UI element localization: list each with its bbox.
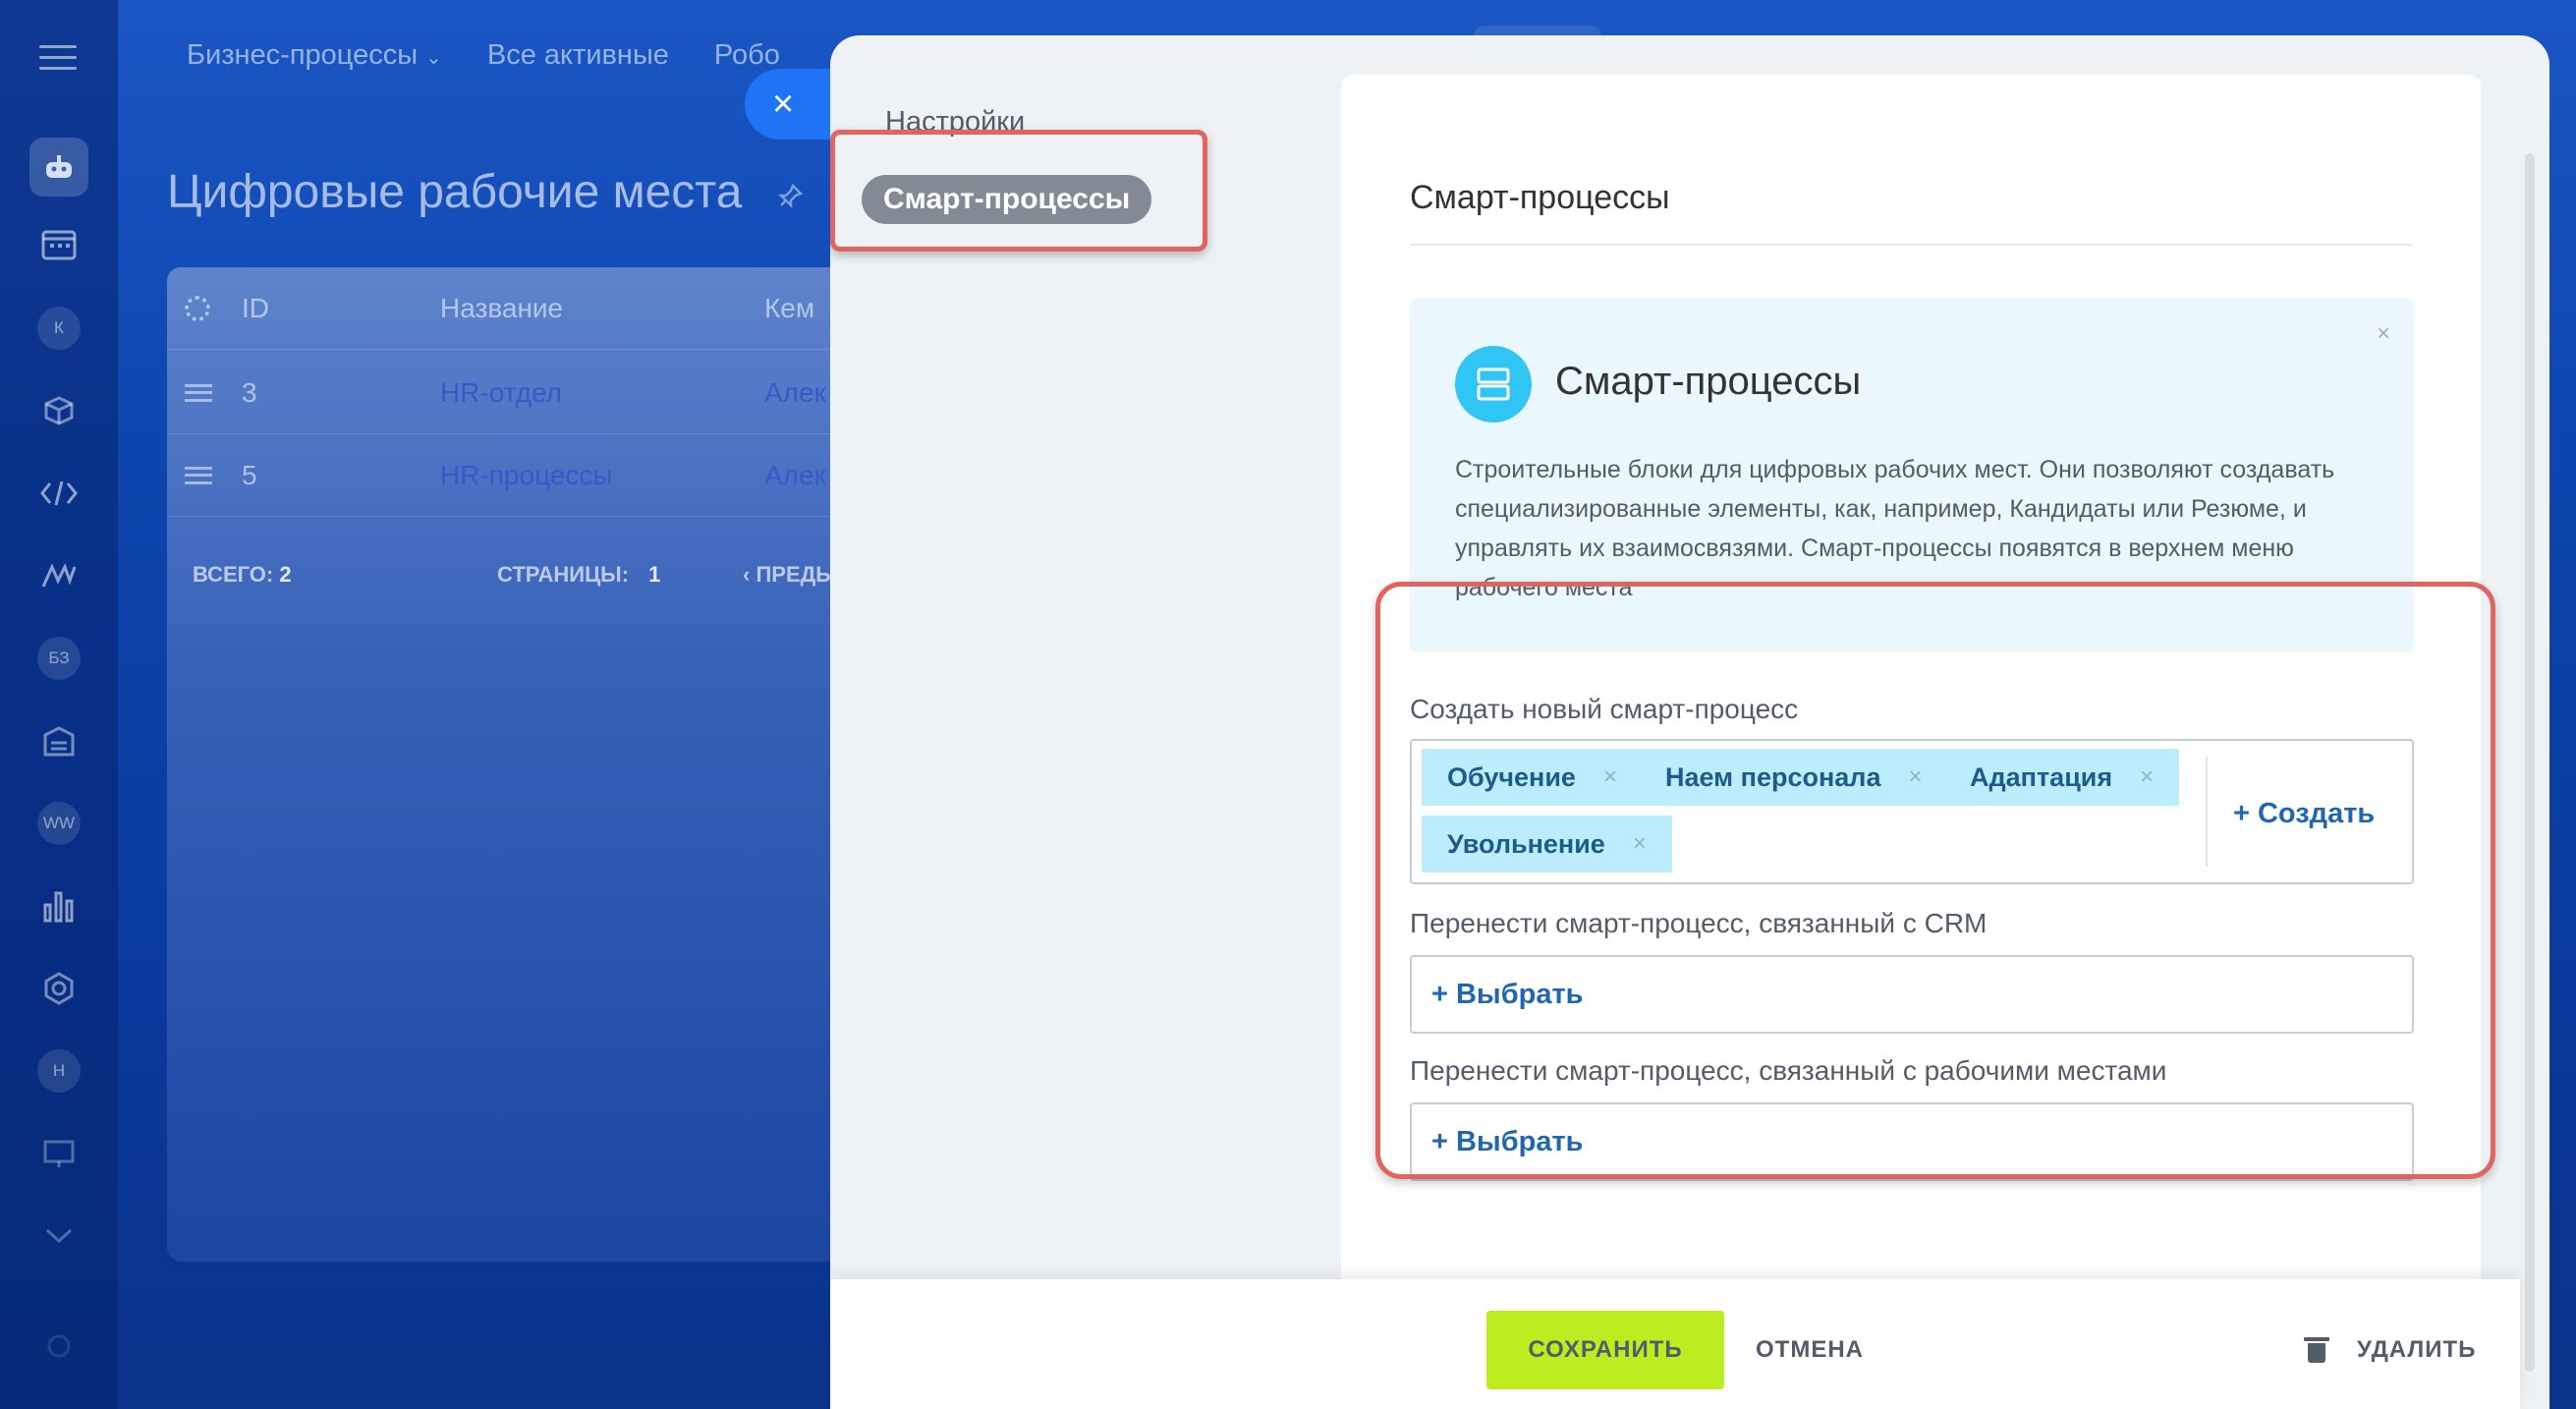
tag-item[interactable]: Наем персонала × [1640, 749, 1948, 806]
drag-handle-icon[interactable] [185, 383, 212, 402]
remove-tag-icon[interactable]: × [1908, 763, 1922, 791]
box-icon[interactable] [29, 381, 88, 440]
delete-button[interactable]: УДАЛИТЬ [2304, 1311, 2477, 1389]
select-workspaces-button[interactable]: + Выбрать [1410, 1102, 2414, 1181]
table-row[interactable]: 3 HR-отдел Алек [167, 352, 855, 434]
robot-icon[interactable] [29, 138, 88, 197]
delete-label: УДАЛИТЬ [2357, 1336, 2477, 1363]
rail-badge-ww[interactable]: WW [29, 794, 88, 853]
row-name-link[interactable]: HR-процессы [440, 460, 613, 491]
settings-icon[interactable] [29, 1317, 88, 1376]
scrollbar[interactable] [2525, 153, 2535, 1372]
pages-count: СТРАНИЦЫ: 1 [497, 562, 661, 587]
footer-bar: СОХРАНИТЬ ОТМЕНА УДАЛИТЬ [830, 1279, 2520, 1409]
gear-icon[interactable] [185, 295, 210, 321]
code-icon[interactable] [29, 464, 88, 523]
building-icon[interactable] [29, 711, 88, 770]
row-author-link[interactable]: Алек [764, 460, 826, 491]
select-crm-button[interactable]: + Выбрать [1410, 955, 2414, 1034]
column-header-id[interactable]: ID [242, 293, 269, 324]
chevron-down-icon: ⌄ [425, 47, 442, 69]
top-menu: Бизнес-процессы ⌄ Все активные Робо [187, 39, 825, 72]
column-header-name[interactable]: Название [440, 293, 563, 324]
cancel-button[interactable]: ОТМЕНА [1756, 1311, 1864, 1389]
top-menu-item-all-active[interactable]: Все активные [487, 39, 669, 72]
top-menu-item-business-processes[interactable]: Бизнес-процессы ⌄ [187, 39, 442, 72]
create-label: Создать новый смарт-процесс [1410, 694, 1799, 724]
page-title: Цифровые рабочие места [167, 166, 743, 218]
tag-item[interactable]: Обучение × [1422, 749, 1643, 806]
remove-tag-icon[interactable]: × [1603, 763, 1617, 791]
highlight-frame-menu [830, 130, 1207, 252]
close-icon[interactable]: × [2377, 320, 2390, 348]
left-rail: К БЗ WW Н [0, 0, 118, 1409]
rail-badge-bz[interactable]: БЗ [29, 629, 88, 688]
tag-item[interactable]: Увольнение × [1422, 816, 1672, 873]
transfer-workspaces-label: Перенести смарт-процесс, связанный с раб… [1410, 1055, 2167, 1086]
automation-icon[interactable] [29, 546, 88, 605]
info-banner: × Смарт-процессы Строительные блоки для … [1410, 299, 2414, 652]
rail-badge-k[interactable]: К [29, 299, 88, 358]
row-id: 3 [242, 376, 257, 408]
workspaces-table: ID Название Кем 3 HR-отдел Алек 5 HR-про… [167, 267, 855, 1262]
divider [1410, 244, 2412, 246]
pin-icon[interactable] [776, 183, 804, 217]
column-header-by[interactable]: Кем [764, 293, 814, 324]
transfer-crm-label: Перенести смарт-процесс, связанный с CRM [1410, 908, 1988, 938]
total-count: ВСЕГО: 2 [193, 562, 292, 587]
info-heading: Смарт-процессы [1555, 360, 1862, 403]
presentation-icon[interactable] [29, 1124, 88, 1183]
trash-icon [2304, 1337, 2329, 1363]
create-button[interactable]: + Создать [2233, 741, 2375, 886]
settings-card: Смарт-процессы × Смарт-процессы Строител… [1341, 75, 2481, 1313]
remove-tag-icon[interactable]: × [2140, 763, 2154, 791]
table-row[interactable]: 5 HR-процессы Алек [167, 434, 855, 517]
top-menu-item-robots[interactable]: Робо [714, 39, 780, 72]
drag-handle-icon[interactable] [185, 466, 212, 484]
info-description: Строительные блоки для цифровых рабочих … [1455, 456, 2335, 601]
tags-separator [2206, 757, 2208, 867]
hexagon-icon[interactable] [29, 959, 88, 1018]
save-button[interactable]: СОХРАНИТЬ [1486, 1311, 1724, 1389]
chevron-left-icon: ‹ [743, 562, 756, 587]
tags-field[interactable]: Обучение × Наем персонала × Адаптация × Уво… [1410, 739, 2414, 884]
chevron-down-icon[interactable] [29, 1207, 88, 1266]
row-id: 5 [242, 459, 257, 490]
settings-slider: Настройки Смарт-процессы Смарт-процессы … [830, 35, 2549, 1409]
tag-item[interactable]: Адаптация × [1944, 749, 2180, 806]
card-title: Смарт-процессы [1410, 179, 1670, 216]
remove-tag-icon[interactable]: × [1633, 830, 1647, 858]
rail-badge-n[interactable]: Н [29, 1042, 88, 1100]
close-icon: × [772, 83, 795, 125]
row-author-link[interactable]: Алек [764, 377, 826, 409]
calendar-icon[interactable] [29, 214, 88, 273]
menu-icon[interactable] [39, 45, 77, 70]
table-header: ID Название Кем [167, 267, 855, 350]
chart-icon[interactable] [29, 876, 88, 935]
smart-process-icon [1455, 346, 1532, 423]
prev-page-link[interactable]: ‹ ПРЕДЫ [743, 562, 837, 588]
row-name-link[interactable]: HR-отдел [440, 377, 562, 409]
